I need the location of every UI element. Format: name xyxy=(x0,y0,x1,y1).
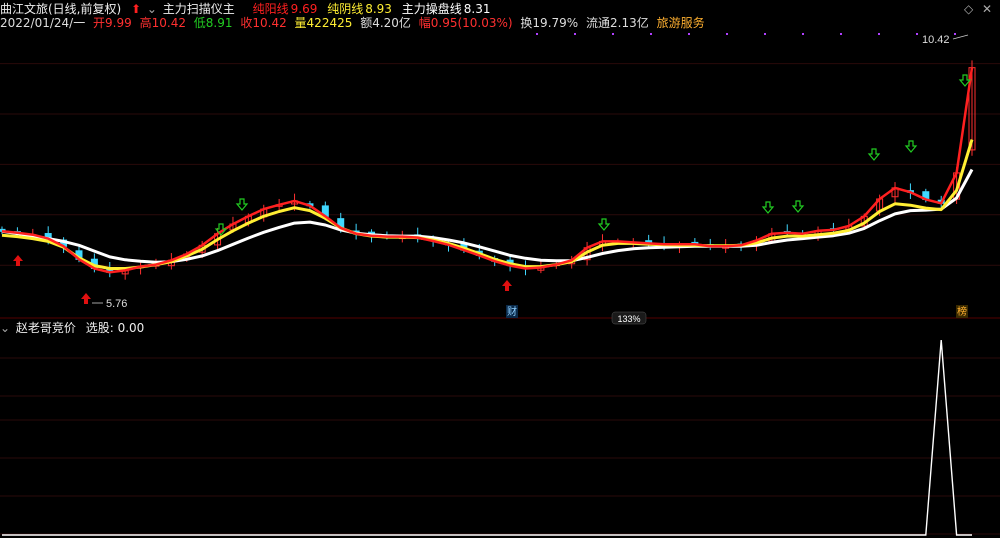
marker-dot xyxy=(878,33,880,35)
up-arrow-icon: ⬆ xyxy=(131,2,142,16)
info-turnover: 换19.79% xyxy=(520,16,579,30)
marker-dot xyxy=(650,33,652,35)
series-2-name: 主力操盘线 xyxy=(401,2,462,16)
zoom-badge: 133% xyxy=(611,311,647,325)
cai-badge: 财 xyxy=(506,305,518,318)
min-price-label: 5.76 xyxy=(106,298,127,310)
info-sector: 旅游服务 xyxy=(656,16,705,30)
dropdown-icon[interactable]: ⌄ xyxy=(147,2,157,16)
info-low: 低8.91 xyxy=(193,16,233,30)
info-volume: 量422425 xyxy=(294,16,353,30)
marker-dot xyxy=(688,33,690,35)
bang-badge: 榜 xyxy=(956,305,968,318)
series-2-value: 8.31 xyxy=(463,2,491,16)
series-1-value: 8.93 xyxy=(365,2,392,16)
info-row: 2022/01/24/一 开9.99 高10.42 低8.91 收10.42 量… xyxy=(0,16,711,30)
marker-dot xyxy=(840,33,842,35)
zoom-label: 133% xyxy=(617,314,640,324)
sub-indicator-name[interactable]: 赵老哥竞价 xyxy=(16,321,76,335)
info-close: 收10.42 xyxy=(240,16,287,30)
marker-dot xyxy=(954,33,956,35)
info-amount: 额4.20亿 xyxy=(360,16,411,30)
header-row: 曲江文旅(日线,前复权) ⬆ ⌄ 主力扫描仪主 纯阳线 9.69 纯阴线 8.93 … xyxy=(0,2,497,16)
info-date: 2022/01/24/一 xyxy=(0,16,86,30)
marker-dot xyxy=(726,33,728,35)
stock-chart: 10.42 5.76 133% 财 榜 xyxy=(0,0,1000,538)
sub-header: ⌄ 赵老哥竞价 选股: 0.00 xyxy=(0,321,150,335)
info-high: 高10.42 xyxy=(139,16,186,30)
marker-dot xyxy=(612,33,614,35)
marker-dot xyxy=(916,33,918,35)
stock-title: 曲江文旅(日线,前复权) xyxy=(0,2,122,16)
info-change: 幅0.95(10.03%) xyxy=(418,16,513,30)
sub-dropdown-icon[interactable]: ⌄ xyxy=(0,321,10,335)
marker-dot xyxy=(764,33,766,35)
marker-dot xyxy=(802,33,804,35)
info-float: 流通2.13亿 xyxy=(586,16,649,30)
max-price-label: 10.42 xyxy=(922,34,950,46)
series-0-name: 纯阳线 xyxy=(252,2,289,16)
marker-dot xyxy=(536,33,538,35)
marker-dot xyxy=(574,33,576,35)
info-open: 开9.99 xyxy=(93,16,132,30)
series-1-name: 纯阴线 xyxy=(327,2,364,16)
indicator-name[interactable]: 主力扫描仪主 xyxy=(163,2,235,16)
svg-text:财: 财 xyxy=(507,305,517,318)
series-0-value: 9.69 xyxy=(290,2,318,16)
svg-text:榜: 榜 xyxy=(957,305,967,318)
diamond-icon[interactable]: ◇ xyxy=(964,2,973,16)
close-icon[interactable]: ✕ xyxy=(982,2,992,16)
sub-indicator-value: 选股: 0.00 xyxy=(85,321,145,335)
